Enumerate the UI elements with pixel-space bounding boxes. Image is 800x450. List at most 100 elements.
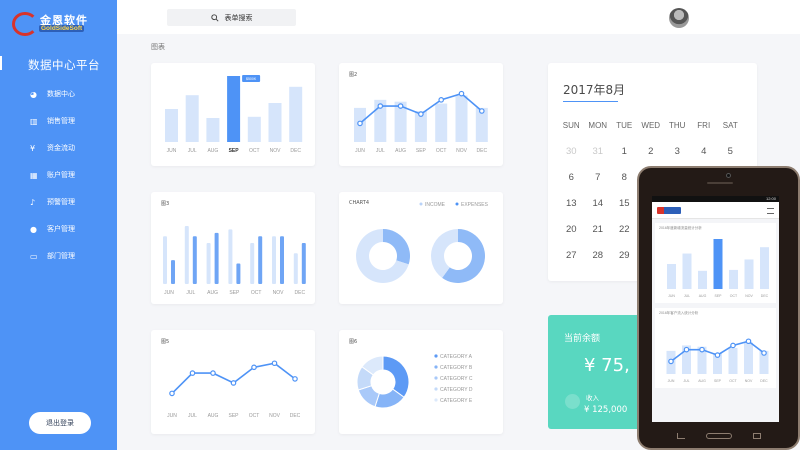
data-point[interactable] <box>397 103 404 109</box>
brand-logo[interactable]: 金恩软件 GoldSideSoft <box>12 10 112 38</box>
data-point[interactable] <box>668 358 674 365</box>
calendar-day[interactable]: 4 <box>691 145 718 158</box>
back-button-icon[interactable] <box>677 433 685 439</box>
data-point[interactable] <box>745 338 752 345</box>
calendar-day[interactable]: 31 <box>585 145 612 158</box>
bar[interactable] <box>289 86 303 142</box>
calendar-day[interactable]: 15 <box>611 197 638 210</box>
home-button[interactable] <box>706 433 732 439</box>
data-point[interactable] <box>377 103 384 109</box>
legend-label: CATEGORY D <box>440 387 473 393</box>
x-tick-label: SEP <box>714 294 722 298</box>
pie-chart-icon: ◕ <box>30 89 37 99</box>
bar[interactable] <box>435 103 448 142</box>
weekday-header: MON <box>588 121 608 130</box>
calendar-day[interactable]: 30 <box>558 145 585 158</box>
bar[interactable] <box>227 76 241 142</box>
calendar-day[interactable]: 29 <box>611 249 638 262</box>
data-point[interactable] <box>251 364 257 371</box>
bar[interactable] <box>301 243 306 284</box>
sidebar-item[interactable]: ● 客户管理 <box>30 223 75 235</box>
calendar-day[interactable]: 28 <box>585 249 612 262</box>
data-point[interactable] <box>699 346 705 353</box>
sidebar-item[interactable]: ▦ 账户管理 <box>30 169 75 181</box>
bar[interactable] <box>192 236 197 284</box>
data-point[interactable] <box>761 350 767 356</box>
income-label: 收入 <box>586 394 599 402</box>
bar[interactable] <box>280 236 284 284</box>
data-point[interactable] <box>479 108 485 114</box>
data-point[interactable] <box>418 111 424 117</box>
hamburger-icon[interactable] <box>767 208 774 214</box>
bar[interactable] <box>728 347 738 374</box>
search-input[interactable]: 表单搜索 <box>167 9 296 26</box>
chart-svg: JUN JUL AUG SEP OCT NOV DEC <box>667 239 769 298</box>
x-tick-label: SEP <box>229 148 240 154</box>
calendar-day[interactable]: 5 <box>717 145 744 158</box>
bar[interactable] <box>206 243 211 284</box>
bar[interactable] <box>165 109 178 142</box>
calendar-day[interactable]: 2 <box>638 145 665 158</box>
sidebar-item[interactable]: ◕ 数据中心 <box>30 88 75 100</box>
donut-slice[interactable] <box>383 229 410 265</box>
bar[interactable] <box>268 103 282 142</box>
data-point[interactable] <box>271 360 278 367</box>
tablet-app-bar <box>652 202 779 219</box>
calendar-day[interactable]: 6 <box>558 171 585 184</box>
x-tick-label: AUG <box>207 290 218 296</box>
x-tick-label: DEC <box>761 294 769 298</box>
bar[interactable] <box>272 236 276 284</box>
bar[interactable] <box>744 342 753 375</box>
calendar-day[interactable]: 27 <box>558 249 585 262</box>
sidebar-item[interactable]: ▥ 销售管理 <box>30 115 75 127</box>
data-point[interactable] <box>189 370 196 376</box>
bar[interactable] <box>214 232 219 284</box>
avatar[interactable] <box>669 8 689 28</box>
sidebar-item-label: 数据中心 <box>47 90 75 98</box>
calendar-day[interactable]: 3 <box>664 145 691 158</box>
bar[interactable] <box>185 95 199 142</box>
calendar-day[interactable]: 22 <box>611 223 638 236</box>
calendar-day[interactable]: 1 <box>611 145 638 158</box>
sidebar-item[interactable]: ♪ 预警管理 <box>30 196 75 208</box>
bar[interactable] <box>228 229 233 284</box>
calendar-day[interactable]: 7 <box>585 171 612 184</box>
sidebar-item[interactable]: ¥ 资金流动 <box>30 142 75 154</box>
sidebar-item[interactable]: ▭ 部门管理 <box>30 250 75 262</box>
data-point[interactable] <box>210 370 216 376</box>
recent-apps-icon[interactable] <box>753 433 761 439</box>
data-point[interactable] <box>169 390 175 397</box>
search-icon <box>210 13 219 22</box>
bar[interactable] <box>236 263 241 284</box>
data-point[interactable] <box>357 120 363 127</box>
data-point[interactable] <box>714 352 721 358</box>
calendar-day[interactable]: 14 <box>585 197 612 210</box>
bar[interactable] <box>184 226 189 284</box>
bar[interactable] <box>293 253 298 284</box>
calendar-day[interactable]: 8 <box>611 171 638 184</box>
data-point[interactable] <box>683 346 690 353</box>
bar[interactable] <box>171 260 175 284</box>
bar[interactable] <box>455 95 468 143</box>
income-bubble <box>565 394 580 409</box>
x-tick-label: AUG <box>699 294 707 298</box>
calendar-day[interactable]: 20 <box>558 223 585 236</box>
x-tick-label: JUN <box>668 379 675 383</box>
logout-button[interactable]: 退出登录 <box>29 412 91 434</box>
calendar-day[interactable]: 13 <box>558 197 585 210</box>
x-tick-label: JUL <box>188 413 197 419</box>
data-point[interactable] <box>230 380 237 386</box>
data-point[interactable] <box>292 376 298 382</box>
bar[interactable] <box>206 118 220 142</box>
bar <box>744 259 754 289</box>
data-point[interactable] <box>458 90 465 97</box>
data-point[interactable] <box>730 342 736 349</box>
calendar-day[interactable]: 21 <box>585 223 612 236</box>
tablet-device: 12:00 2016年度新增流量统计分析 JUN JUL AUG SEP OCT NOV D… <box>637 166 800 450</box>
bar[interactable] <box>163 236 167 284</box>
data-point[interactable] <box>438 97 445 103</box>
bar[interactable] <box>250 243 255 284</box>
bar[interactable] <box>258 236 263 284</box>
x-tick-label: JUN <box>167 413 177 419</box>
bar[interactable] <box>247 116 261 142</box>
